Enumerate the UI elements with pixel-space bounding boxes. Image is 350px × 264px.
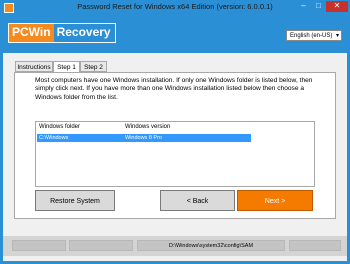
column-windows-version[interactable]: Windows version (125, 122, 170, 133)
brand-header: PCWin Recovery English (en-US) ▾ (3, 17, 347, 53)
status-bar: D:\Windows\system32\config\SAM (3, 236, 347, 256)
restore-system-button[interactable]: Restore System (35, 190, 115, 211)
tab-step-2[interactable]: Step 2 (80, 61, 107, 72)
pcwin-recovery-logo: PCWin Recovery (8, 23, 116, 43)
logo-part1: PCWin (9, 24, 54, 42)
close-button[interactable]: ✕ (326, 1, 348, 12)
next-button[interactable]: Next > (237, 190, 313, 211)
list-item[interactable]: C:\Windows Windows 8 Pro (37, 134, 251, 142)
status-segment-2 (69, 240, 133, 251)
app-window: Password Reset for Windows x64 Edition (… (0, 0, 350, 264)
instructions-text: Most computers have one Windows installa… (35, 77, 313, 101)
status-segment-1 (12, 240, 66, 251)
chevron-down-icon: ▾ (335, 33, 339, 39)
title-bar[interactable]: Password Reset for Windows x64 Edition (… (0, 0, 350, 17)
column-windows-folder[interactable]: Windows folder (39, 122, 80, 133)
back-button[interactable]: < Back (160, 190, 235, 211)
list-header: Windows folder Windows version (36, 122, 314, 133)
maximize-button[interactable]: □ (311, 1, 326, 12)
tab-instructions[interactable]: Instructions (15, 61, 53, 72)
language-value: English (en-US) (290, 33, 333, 39)
language-select[interactable]: English (en-US) ▾ (286, 30, 342, 41)
logo-part2: Recovery (53, 24, 115, 42)
status-path: D:\Windows\system32\config\SAM (137, 240, 285, 251)
row-folder: C:\Windows (39, 135, 69, 141)
row-version: Windows 8 Pro (125, 135, 162, 141)
windows-folder-list[interactable]: Windows folder Windows version C:\Window… (35, 121, 315, 187)
status-segment-4 (289, 240, 341, 251)
minimize-button[interactable]: – (296, 1, 311, 12)
